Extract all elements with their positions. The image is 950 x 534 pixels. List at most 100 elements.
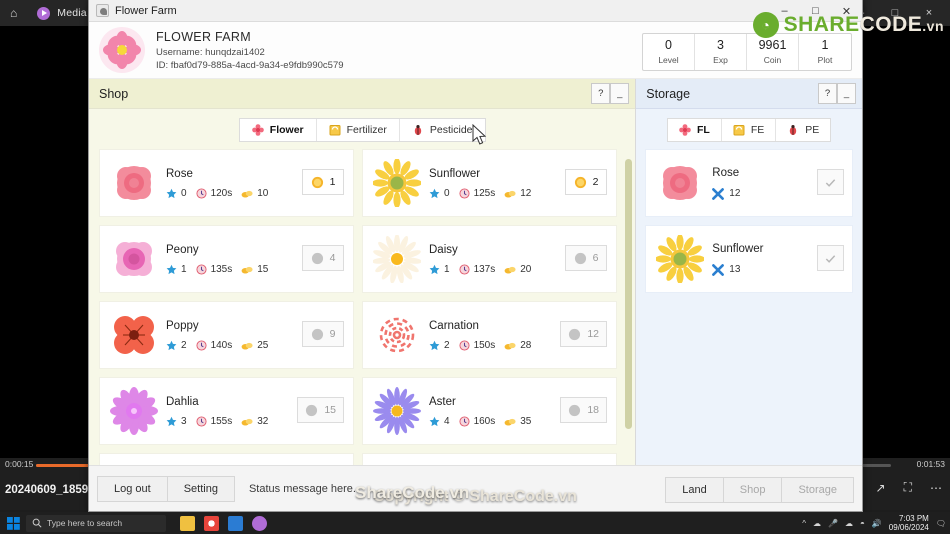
aster-flower-icon: [373, 387, 421, 435]
media-player-icon[interactable]: [252, 515, 267, 531]
coins-icon: [504, 190, 516, 198]
clock-icon: [459, 187, 470, 199]
shop-item-card[interactable]: Peony 1 135s 15 4: [99, 225, 354, 293]
vscode-icon[interactable]: [228, 515, 243, 531]
shop-item-card[interactable]: Sunflower 0 125s 12 2: [362, 149, 617, 217]
buy-button[interactable]: 2: [565, 169, 607, 195]
notification-icon[interactable]: 🗨: [936, 519, 946, 528]
buy-button[interactable]: 6: [565, 245, 607, 271]
buy-button[interactable]: 4: [302, 245, 344, 271]
nav-land-button[interactable]: Land: [666, 478, 724, 502]
miniplayer-icon[interactable]: ⛶: [904, 480, 912, 495]
sunflower-flower-icon: [373, 159, 421, 207]
buy-price: 12: [587, 328, 599, 340]
logout-button[interactable]: Log out: [98, 476, 168, 501]
storage-tab-fl[interactable]: FL: [668, 119, 722, 141]
buy-button[interactable]: 15: [297, 397, 344, 423]
wifi-icon[interactable]: ◓: [860, 519, 865, 528]
buy-button[interactable]: 1: [302, 169, 344, 195]
nav-storage-button[interactable]: Storage: [782, 478, 853, 502]
item-name: Rose: [166, 167, 193, 180]
start-button[interactable]: [0, 516, 26, 530]
chevron-up-icon[interactable]: ^: [802, 519, 806, 528]
microphone-icon[interactable]: 🎤: [828, 519, 838, 528]
item-time: 150s: [459, 340, 495, 351]
item-yield: 35: [504, 416, 531, 427]
shop-scrollbar[interactable]: [625, 153, 633, 461]
file-explorer-icon[interactable]: [180, 515, 195, 531]
fullscreen-icon[interactable]: ↗: [876, 481, 886, 495]
item-yield: 32: [241, 416, 268, 427]
item-level-value: 3: [181, 415, 187, 427]
shop-item-card[interactable]: Pansy: [99, 453, 354, 465]
storage-help-button[interactable]: ?: [818, 83, 837, 104]
item-info: Aster 4 160s 35: [429, 396, 531, 427]
stat-level-label: Level: [658, 54, 679, 65]
storage-item-card[interactable]: Rose 12: [645, 149, 854, 217]
coins-icon: [504, 266, 516, 274]
item-level: 0: [429, 188, 450, 199]
item-info: Rose 0 120s 10: [166, 168, 268, 199]
item-quantity: 13: [712, 263, 763, 276]
storage-minimize-button[interactable]: _: [837, 83, 856, 104]
item-yield: 15: [241, 264, 268, 275]
window-controls: – □ ✕: [769, 0, 862, 22]
network-icon[interactable]: ☁: [813, 519, 821, 528]
media-player-maximize-button[interactable]: □: [878, 7, 912, 19]
storage-tab-pe[interactable]: PE: [776, 119, 831, 141]
shop-item-card[interactable]: Carnation 2 150s 28 12: [362, 301, 617, 369]
item-thumbnail: [108, 157, 160, 209]
item-time: 160s: [459, 416, 495, 427]
volume-icon[interactable]: 🔊: [872, 519, 882, 528]
item-name: Rose: [712, 166, 740, 179]
tab-fertilizer[interactable]: Fertilizer: [316, 119, 400, 141]
stat-coin-value: 9961: [758, 38, 787, 53]
shop-item-card[interactable]: Rose 0 120s 10 1: [99, 149, 354, 217]
storage-panel: Storage ? _ FL FE PE Rose 12 Sunflower 1…: [636, 79, 862, 465]
close-button[interactable]: ✕: [831, 0, 862, 22]
buy-button[interactable]: 12: [560, 321, 607, 347]
more-icon[interactable]: ⋯: [930, 481, 942, 495]
shop-item-card[interactable]: Daisy 1 137s 20 6: [362, 225, 617, 293]
tab-pesticide[interactable]: Pesticide: [399, 119, 485, 141]
tab-flower[interactable]: Flower: [239, 119, 317, 141]
storage-item-card[interactable]: Sunflower 13: [645, 225, 854, 293]
plant-button[interactable]: [817, 245, 845, 271]
item-yield-value: 10: [257, 187, 269, 199]
item-level: 0: [166, 188, 187, 199]
shop-item-list[interactable]: Rose 0 120s 10 1 Sunflower 0 125s 12 2 P…: [89, 149, 637, 465]
item-thumbnail: [371, 385, 423, 437]
plant-button[interactable]: [817, 169, 845, 195]
shop-item-card[interactable]: Dahlia 3 155s 32 15: [99, 377, 354, 445]
shop-item-card[interactable]: Zinnia: [362, 453, 617, 465]
shop-item-card[interactable]: Aster 4 160s 35 18: [362, 377, 617, 445]
chrome-icon[interactable]: [204, 515, 219, 531]
minimize-button[interactable]: –: [769, 0, 800, 22]
shop-help-button[interactable]: ?: [591, 83, 611, 104]
shop-minimize-button[interactable]: _: [610, 83, 630, 104]
buy-button[interactable]: 9: [302, 321, 344, 347]
item-level: 1: [166, 264, 187, 275]
flower-farm-icon: [96, 4, 109, 17]
clock-icon: [196, 415, 207, 427]
shop-scrollbar-thumb[interactable]: [625, 159, 633, 429]
buy-button[interactable]: 18: [560, 397, 607, 423]
media-player-close-button[interactable]: ×: [912, 7, 946, 19]
check-icon: [826, 254, 836, 263]
home-icon[interactable]: ⌂: [10, 6, 17, 20]
storage-tab-fe[interactable]: FE: [721, 119, 777, 141]
maximize-button[interactable]: □: [800, 0, 831, 22]
clock[interactable]: 7:03 PM 09/06/2024: [889, 514, 929, 532]
search-input[interactable]: Type here to search: [26, 514, 166, 532]
coin-icon: [574, 252, 586, 264]
nav-shop-button[interactable]: Shop: [724, 478, 783, 502]
clock-icon: [459, 263, 470, 275]
shop-item-card[interactable]: Poppy 2 140s 25 9: [99, 301, 354, 369]
item-level-value: 1: [181, 263, 187, 275]
setting-button[interactable]: Setting: [168, 477, 234, 501]
item-time: 135s: [196, 264, 232, 275]
onedrive-icon[interactable]: ☁: [845, 519, 853, 528]
storage-item-list[interactable]: Rose 12 Sunflower 13: [636, 149, 862, 301]
coins-icon: [241, 266, 253, 274]
item-level-value: 2: [444, 339, 450, 351]
